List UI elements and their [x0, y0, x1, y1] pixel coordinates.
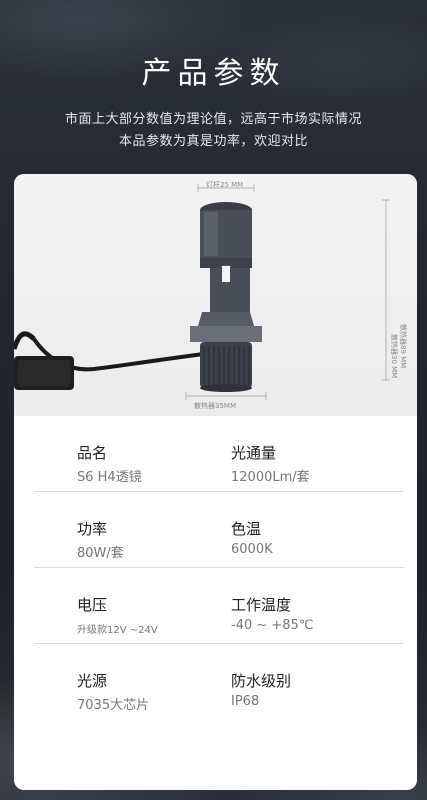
- spec-row: 光源 7035大芯片 防水级别 IP68: [34, 644, 404, 720]
- spec-cell: 色温 6000K: [231, 492, 416, 568]
- spec-cell: 光通量 12000Lm/套: [231, 416, 416, 492]
- spec-row: 品名 S6 H4透镜 光通量 12000Lm/套: [34, 416, 404, 492]
- dimension-label-side-2: 散热器89 MM: [399, 324, 407, 369]
- spec-card: 灯杆25 MM 散热器35MM 散热器30 MM 散热器89 MM 品名 S6 …: [14, 174, 417, 790]
- spec-row: 功率 80W/套 色温 6000K: [34, 492, 404, 568]
- spec-value: 6000K: [231, 542, 273, 557]
- page-title: 产品参数: [141, 56, 286, 91]
- spec-value: 升级款12V ~24V: [77, 625, 158, 636]
- subtitle-line-2: 本品参数为真是功率，欢迎对比: [118, 134, 308, 149]
- spec-value: S6 H4透镜: [77, 470, 142, 485]
- subtitle-line-1: 市面上大部分数值为理论值，远高于市场实际情况: [64, 112, 362, 127]
- spec-label: 防水级别: [231, 672, 292, 690]
- spec-label: 光通量: [231, 444, 277, 462]
- spec-label: 品名: [77, 444, 108, 462]
- spec-cell: 工作温度 -40 ~ +85℃: [231, 568, 416, 644]
- spec-label: 光源: [77, 672, 108, 690]
- spec-value: 80W/套: [77, 546, 124, 561]
- dimension-label-heatsink: 散热器35MM: [194, 402, 236, 410]
- spec-value: -40 ~ +85℃: [231, 618, 314, 633]
- spec-value: IP68: [231, 694, 260, 709]
- dimension-label-stem: 灯杆25 MM: [206, 181, 244, 189]
- spec-value: 7035大芯片: [77, 698, 150, 713]
- spec-label: 色温: [231, 520, 262, 538]
- spec-value: 12000Lm/套: [231, 470, 310, 485]
- spec-cell: 防水级别 IP68: [231, 644, 416, 720]
- spec-label: 工作温度: [231, 596, 292, 614]
- headlight-bulb-illustration: [14, 184, 390, 400]
- spec-label: 电压: [77, 596, 108, 614]
- product-photo: 灯杆25 MM 散热器35MM 散热器30 MM 散热器89 MM: [14, 174, 417, 416]
- spec-row: 电压 升级款12V ~24V 工作温度 -40 ~ +85℃: [34, 568, 404, 644]
- spec-label: 功率: [77, 520, 108, 538]
